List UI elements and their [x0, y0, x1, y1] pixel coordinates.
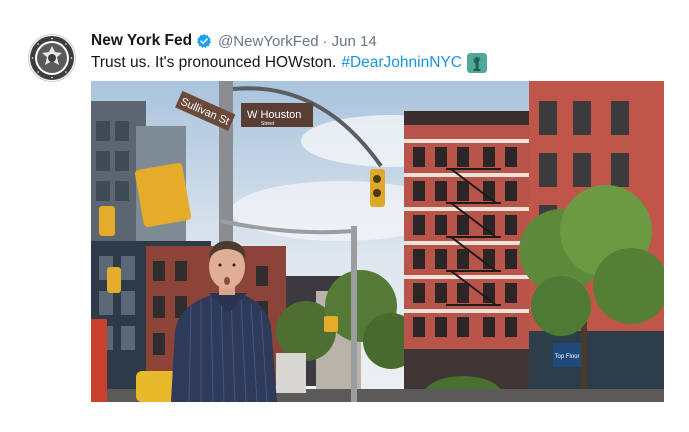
red-box — [91, 319, 107, 402]
display-name[interactable]: New York Fed — [91, 32, 192, 50]
tweet-text: Trust us. It's pronounced HOWston. #Dear… — [91, 52, 487, 74]
tenement-building — [404, 111, 529, 402]
profile-avatar[interactable] — [28, 34, 76, 82]
street-sign-houston: W Houston Street — [241, 103, 313, 127]
statue-of-liberty-icon — [466, 53, 487, 73]
w-houston-label: W Houston — [247, 109, 301, 121]
tweet-card[interactable]: New York Fed @NewYorkFed · Jun 14 Trust … — [0, 0, 689, 432]
tweet-photo[interactable]: Top Floor Sullivan St W Houston Street — [91, 81, 664, 402]
tweet-text-content: Trust us. It's pronounced HOWston. — [91, 54, 337, 71]
tweet-header: New York Fed @NewYorkFed · Jun 14 — [91, 30, 377, 52]
federal-reserve-seal-logo — [30, 36, 74, 80]
street-scene-photo: Top Floor Sullivan St W Houston Street — [91, 81, 664, 402]
shop-sign: Top Floor — [554, 354, 579, 360]
user-handle[interactable]: @NewYorkFed — [218, 33, 319, 50]
verified-icon — [197, 34, 212, 48]
street-sublabel: Street — [261, 121, 275, 127]
separator-dot: · — [322, 32, 328, 50]
hashtag-link[interactable]: #DearJohninNYC — [341, 54, 462, 72]
truck — [276, 353, 306, 393]
tweet-date[interactable]: Jun 14 — [332, 33, 377, 50]
